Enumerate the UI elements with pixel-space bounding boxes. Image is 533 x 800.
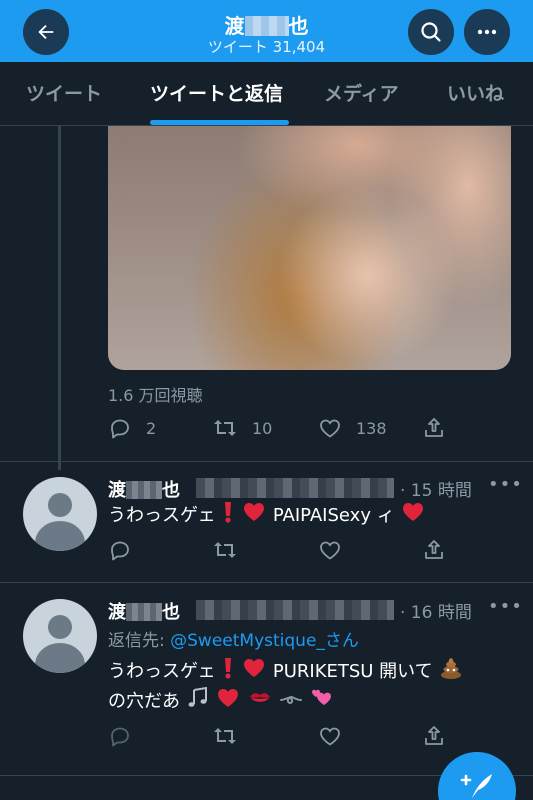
retweet-button[interactable] bbox=[212, 724, 238, 748]
kiss-mark-icon bbox=[250, 693, 271, 702]
reply-icon bbox=[111, 727, 129, 747]
tweet-more-button[interactable]: ••• bbox=[488, 596, 523, 617]
reply-button[interactable] bbox=[108, 724, 132, 748]
like-button[interactable]: 138 bbox=[318, 416, 387, 440]
profile-header: 渡也 ツイート 31,404 bbox=[0, 0, 533, 62]
blurred-handle bbox=[196, 478, 394, 498]
timestamp[interactable]: · 16 時間 bbox=[400, 598, 472, 623]
compose-tweet-button[interactable] bbox=[438, 752, 516, 800]
curly-loop-icon bbox=[279, 695, 302, 705]
share-button[interactable] bbox=[422, 416, 446, 440]
search-button[interactable] bbox=[408, 9, 454, 55]
exclamation-icon bbox=[225, 658, 232, 679]
reply-to-line: 返信先: @SweetMystique_さん bbox=[108, 631, 359, 651]
timestamp[interactable]: · 15 時間 bbox=[400, 476, 472, 501]
retweet-icon bbox=[214, 728, 236, 744]
share-icon bbox=[425, 726, 443, 745]
tweet-count: ツイート 31,404 bbox=[207, 38, 326, 56]
censor-mosaic bbox=[126, 603, 162, 621]
reply-to-handle[interactable]: @SweetMystique_さん bbox=[170, 631, 359, 651]
heart-icon bbox=[320, 541, 340, 560]
tab-tweets[interactable]: ツイート bbox=[26, 62, 102, 126]
red-heart-icon bbox=[403, 503, 424, 521]
tab-likes[interactable]: いいね bbox=[447, 62, 504, 126]
red-heart-icon bbox=[244, 659, 265, 677]
active-tab-indicator bbox=[150, 120, 289, 125]
red-heart-icon bbox=[218, 689, 239, 707]
thread-line bbox=[58, 126, 61, 470]
heart-icon bbox=[320, 419, 340, 438]
profile-tabs: ツイート ツイートと返信 メディア いいね bbox=[0, 62, 533, 126]
reply-icon bbox=[111, 541, 129, 561]
divider bbox=[0, 461, 533, 462]
reply-button[interactable]: 2 bbox=[108, 416, 156, 440]
video-thumbnail[interactable] bbox=[108, 126, 511, 370]
display-name[interactable]: 渡也 bbox=[108, 476, 180, 502]
reply-icon bbox=[111, 419, 129, 439]
compose-feather-icon bbox=[460, 774, 492, 798]
blurred-handle bbox=[196, 600, 394, 620]
red-heart-icon bbox=[244, 503, 265, 521]
avatar[interactable] bbox=[23, 599, 97, 673]
tweet-text-line-2: の穴だあ bbox=[108, 686, 335, 718]
poop-icon bbox=[441, 658, 462, 679]
tweet-text: うわっスゲェ PAIPAISexy ィ bbox=[108, 500, 426, 532]
retweet-icon bbox=[214, 542, 236, 558]
search-icon bbox=[421, 22, 441, 42]
heart-icon bbox=[320, 727, 340, 746]
censor-mosaic bbox=[126, 481, 162, 499]
retweet-button[interactable] bbox=[212, 538, 238, 562]
divider bbox=[0, 582, 533, 583]
two-hearts-icon bbox=[311, 689, 331, 705]
tab-tweets-and-replies[interactable]: ツイートと返信 bbox=[150, 62, 283, 126]
music-notes-icon bbox=[188, 686, 207, 707]
avatar[interactable] bbox=[23, 477, 97, 551]
share-button[interactable] bbox=[422, 724, 446, 748]
reply-button[interactable] bbox=[108, 538, 132, 562]
view-count: 1.6 万回視聴 bbox=[108, 386, 203, 405]
like-button[interactable] bbox=[318, 724, 342, 748]
more-icon bbox=[477, 29, 497, 35]
retweet-button[interactable]: 10 bbox=[212, 416, 272, 440]
share-icon bbox=[425, 540, 443, 559]
tweet-more-button[interactable]: ••• bbox=[488, 474, 523, 495]
display-name[interactable]: 渡也 bbox=[108, 598, 180, 624]
share-button[interactable] bbox=[422, 538, 446, 562]
tweet-text: うわっスゲェ PURIKETSU 開いて bbox=[108, 656, 464, 688]
share-icon bbox=[425, 418, 443, 437]
more-button[interactable] bbox=[464, 9, 510, 55]
tab-media[interactable]: メディア bbox=[324, 62, 399, 126]
retweet-icon bbox=[214, 420, 236, 436]
like-button[interactable] bbox=[318, 538, 342, 562]
exclamation-icon bbox=[225, 502, 232, 523]
censor-mosaic bbox=[244, 16, 289, 36]
